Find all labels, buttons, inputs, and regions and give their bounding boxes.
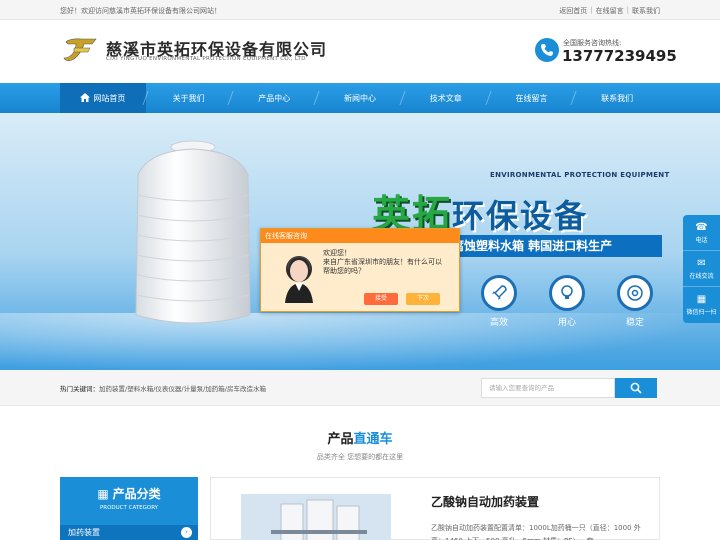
banner-subtitle: 腐蚀塑料水箱 韩国进口料生产 xyxy=(440,235,662,257)
nav-label: 网站首页 xyxy=(93,93,126,103)
category-title: ▦ 产品分类 xyxy=(60,485,198,502)
top-bar: 您好！欢迎访问慈溪市英拓环保设备有限公司网站！ 返回首页 | 在线留言 | 联系… xyxy=(0,0,720,20)
search-icon xyxy=(630,382,642,394)
company-logo[interactable] xyxy=(62,36,100,64)
nav-label: 新闻中心 xyxy=(344,93,377,103)
nav-item-news[interactable]: 新闻中心 xyxy=(317,83,403,113)
phone-icon xyxy=(535,38,559,62)
float-label: 电话 xyxy=(695,236,708,244)
nav-item-message[interactable]: 在线留言 xyxy=(489,83,575,113)
nav-item-contact[interactable]: 联系我们 xyxy=(574,83,660,113)
top-link-separator: | xyxy=(590,6,593,14)
nav-label: 产品中心 xyxy=(258,93,291,103)
nav-label: 技术文章 xyxy=(429,93,462,103)
nav-item-about[interactable]: 关于我们 xyxy=(146,83,232,113)
welcome-text: 您好！欢迎访问慈溪市英拓环保设备有限公司网站！ xyxy=(60,7,221,15)
site-header: 慈溪市英拓环保设备有限公司 CIXI YINGTUO ENVIRONMENTAL… xyxy=(0,20,720,83)
product-card[interactable]: 乙酸钠自动加药装置 乙酸钠自动加药装置配置清单：1000L加药桶一只（直径：10… xyxy=(210,477,660,540)
company-english-name: CIXI YINGTUO ENVIRONMENTAL PROTECTION EQ… xyxy=(106,56,306,62)
hot-keywords: 热门关键词：加药装置/塑料水箱/仪表仪器/计量泵/加药箱/房车改造水箱 xyxy=(60,383,266,393)
floating-sidebar: ☎ 电话 ✉ 在线交流 ▦ 微信扫一扫 xyxy=(683,215,720,323)
popup-body: 来自广东省深圳市的朋友！有什么可以帮助您的吗？ xyxy=(323,258,442,275)
nav-label: 关于我们 xyxy=(172,93,205,103)
top-link-home[interactable]: 返回首页 xyxy=(559,6,587,16)
popup-greeting: 欢迎您！ xyxy=(323,249,351,257)
search-strip: 热门关键词：加药装置/塑料水箱/仪表仪器/计量泵/加药箱/房车改造水箱 请输入您… xyxy=(0,370,720,406)
nav-item-articles[interactable]: 技术文章 xyxy=(403,83,489,113)
hotline-number: 13777239495 xyxy=(562,47,677,65)
later-button[interactable]: 下次 xyxy=(406,293,440,305)
float-label: 在线交流 xyxy=(689,272,714,280)
section-title-main: 产品 xyxy=(327,432,354,447)
rocket-icon xyxy=(481,275,517,311)
search-button[interactable] xyxy=(615,378,657,398)
feature-stable: 稳定 xyxy=(615,275,655,328)
product-description: 乙酸钠自动加药装置配置清单：1000L加药桶一只（直径：1000 外高：1460… xyxy=(431,524,641,540)
feature-efficient: 高效 xyxy=(479,275,519,328)
product-category-box: ▦ 产品分类 PRODUCT CATEGORY 加药装置 › xyxy=(60,477,198,540)
chat-icon: ✉ xyxy=(697,257,706,269)
top-link-separator: | xyxy=(626,6,629,14)
category-title-text: 产品分类 xyxy=(112,487,161,501)
phone-icon: ☎ xyxy=(695,221,708,233)
feature-label: 稳定 xyxy=(625,318,644,328)
section-title: 产品直通车 xyxy=(0,428,720,447)
banner-english-title: ENVIRONMENTAL PROTECTION EQUIPMENT xyxy=(490,171,670,179)
hot-keywords-list[interactable]: 加药装置/塑料水箱/仪表仪器/计量泵/加药箱/房车改造水箱 xyxy=(99,385,266,393)
disc-icon xyxy=(617,275,653,311)
float-wechat[interactable]: ▦ 微信扫一扫 xyxy=(683,287,720,323)
float-chat[interactable]: ✉ 在线交流 xyxy=(683,251,720,287)
category-item[interactable]: 加药装置 › xyxy=(60,525,198,540)
product-image[interactable] xyxy=(241,494,391,540)
top-link-contact[interactable]: 联系我们 xyxy=(632,6,660,16)
popup-title: 在线客服咨询 xyxy=(261,229,459,243)
nav-item-products[interactable]: 产品中心 xyxy=(231,83,317,113)
popup-message: 欢迎您！ 来自广东省深圳市的朋友！有什么可以帮助您的吗？ xyxy=(323,249,447,276)
category-header: ▦ 产品分类 PRODUCT CATEGORY xyxy=(60,477,198,517)
feature-label: 高效 xyxy=(489,318,508,328)
water-splash xyxy=(0,313,720,370)
feature-careful: 用心 xyxy=(547,275,587,328)
qrcode-icon: ▦ xyxy=(696,294,707,305)
nav-item-home[interactable]: 网站首页 xyxy=(60,83,146,113)
main-nav: 网站首页 关于我们 产品中心 新闻中心 技术文章 在线留言 联系我们 xyxy=(0,83,720,113)
hot-keywords-label: 热门关键词： xyxy=(60,385,99,393)
chevron-down-icon: › xyxy=(181,527,192,538)
category-title-en: PRODUCT CATEGORY xyxy=(99,505,159,511)
section-title-accent: 直通车 xyxy=(353,432,393,447)
feature-label: 用心 xyxy=(557,318,576,328)
grid-icon: ▦ xyxy=(97,487,109,501)
customer-service-avatar xyxy=(285,256,313,303)
nav-label: 在线留言 xyxy=(515,93,548,103)
banner-title-blue: 环保设备 xyxy=(452,197,589,235)
lightbulb-icon xyxy=(549,275,585,311)
nav-label: 联系我们 xyxy=(601,93,634,103)
category-item-label: 加药装置 xyxy=(68,528,100,537)
online-chat-popup: 在线客服咨询 欢迎您！ 来自广东省深圳市的朋友！有什么可以帮助您的吗？ 接受 下… xyxy=(260,228,460,312)
section-subtitle: 品类齐全 您想要的都在这里 xyxy=(316,453,404,461)
float-label: 微信扫一扫 xyxy=(686,309,717,316)
search-input[interactable]: 请输入您要查询的产品 xyxy=(481,378,615,398)
water-tank-image xyxy=(135,140,251,324)
home-icon xyxy=(80,92,91,104)
float-phone[interactable]: ☎ 电话 xyxy=(683,215,720,251)
product-title[interactable]: 乙酸钠自动加药装置 xyxy=(431,493,539,510)
top-link-message[interactable]: 在线留言 xyxy=(596,6,624,16)
accept-button[interactable]: 接受 xyxy=(364,293,398,305)
top-links: 返回首页 | 在线留言 | 联系我们 xyxy=(559,6,660,16)
